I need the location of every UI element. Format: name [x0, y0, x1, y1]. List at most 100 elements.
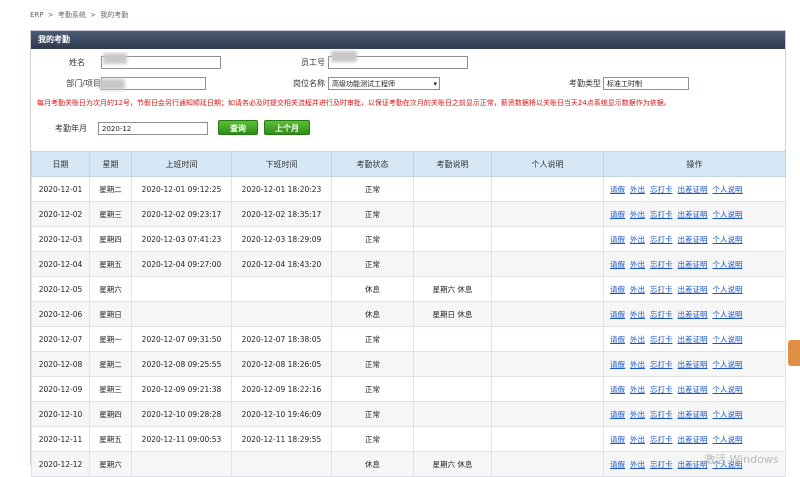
personal-note-link[interactable]: 个人说明	[713, 260, 743, 269]
personal-note-link[interactable]: 个人说明	[713, 335, 743, 344]
windows-watermark: 激活 Windows	[704, 453, 779, 466]
out-link[interactable]: 外出	[630, 235, 645, 244]
redacted-name	[103, 53, 127, 64]
month-input[interactable]: 2020-12	[98, 122, 208, 135]
chevron-down-icon: ▾	[433, 80, 437, 88]
out-link[interactable]: 外出	[630, 260, 645, 269]
cell-weekday: 星期五	[89, 251, 132, 277]
business-trip-link[interactable]: 出差证明	[678, 310, 708, 319]
leave-link[interactable]: 请假	[610, 210, 625, 219]
cell-note: 星期六 休息	[413, 276, 492, 302]
leave-link[interactable]: 请假	[610, 435, 625, 444]
cell-note	[413, 201, 492, 227]
personal-note-link[interactable]: 个人说明	[713, 285, 743, 294]
personal-note-link[interactable]: 个人说明	[713, 410, 743, 419]
cell-date: 2020-12-01	[31, 176, 90, 202]
leave-link[interactable]: 请假	[610, 410, 625, 419]
out-link[interactable]: 外出	[630, 310, 645, 319]
cell-weekday: 星期六	[89, 276, 132, 302]
out-link[interactable]: 外出	[630, 385, 645, 394]
business-trip-link[interactable]: 出差证明	[678, 285, 708, 294]
leave-link[interactable]: 请假	[610, 285, 625, 294]
leave-link[interactable]: 请假	[610, 185, 625, 194]
out-link[interactable]: 外出	[630, 435, 645, 444]
cell-ops: 请假 外出 忘打卡 出差证明 个人说明	[603, 276, 786, 302]
col-out-time: 下班时间	[231, 151, 332, 177]
breadcrumb-erp[interactable]: ERP	[30, 11, 44, 19]
personal-note-link[interactable]: 个人说明	[713, 385, 743, 394]
business-trip-link[interactable]: 出差证明	[678, 260, 708, 269]
out-link[interactable]: 外出	[630, 285, 645, 294]
breadcrumb-separator: >	[90, 11, 96, 19]
business-trip-link[interactable]: 出差证明	[678, 210, 708, 219]
breadcrumb-attendance-system[interactable]: 考勤系统	[58, 11, 86, 19]
forgot-clock-link[interactable]: 忘打卡	[650, 285, 673, 294]
business-trip-link[interactable]: 出差证明	[678, 185, 708, 194]
forgot-clock-link[interactable]: 忘打卡	[650, 210, 673, 219]
cell-out	[231, 276, 332, 302]
cell-ops: 请假 外出 忘打卡 出差证明 个人说明	[603, 426, 786, 452]
cell-personal	[491, 376, 604, 402]
business-trip-link[interactable]: 出差证明	[678, 410, 708, 419]
forgot-clock-link[interactable]: 忘打卡	[650, 410, 673, 419]
cell-status: 休息	[331, 301, 414, 327]
cell-in: 2020-12-07 09:31:50	[131, 326, 232, 352]
cell-out: 2020-12-10 19:46:09	[231, 401, 332, 427]
cell-weekday: 星期三	[89, 201, 132, 227]
prev-month-button[interactable]: 上个月	[264, 120, 310, 135]
leave-link[interactable]: 请假	[610, 335, 625, 344]
out-link[interactable]: 外出	[630, 185, 645, 194]
attendance-type-field[interactable]: 标准工时制	[603, 77, 689, 90]
leave-link[interactable]: 请假	[610, 385, 625, 394]
panel-title: 我的考勤	[31, 31, 785, 49]
personal-note-link[interactable]: 个人说明	[713, 360, 743, 369]
business-trip-link[interactable]: 出差证明	[678, 385, 708, 394]
business-trip-link[interactable]: 出差证明	[678, 435, 708, 444]
personal-note-link[interactable]: 个人说明	[713, 435, 743, 444]
query-button[interactable]: 查询	[218, 120, 258, 135]
out-link[interactable]: 外出	[630, 460, 645, 469]
forgot-clock-link[interactable]: 忘打卡	[650, 185, 673, 194]
cell-note	[413, 226, 492, 252]
cell-personal	[491, 176, 604, 202]
leave-link[interactable]: 请假	[610, 235, 625, 244]
forgot-clock-link[interactable]: 忘打卡	[650, 385, 673, 394]
forgot-clock-link[interactable]: 忘打卡	[650, 310, 673, 319]
cell-in: 2020-12-09 09:21:38	[131, 376, 232, 402]
cell-weekday: 星期二	[89, 176, 132, 202]
out-link[interactable]: 外出	[630, 335, 645, 344]
forgot-clock-link[interactable]: 忘打卡	[650, 260, 673, 269]
personal-note-link[interactable]: 个人说明	[713, 210, 743, 219]
forgot-clock-link[interactable]: 忘打卡	[650, 235, 673, 244]
forgot-clock-link[interactable]: 忘打卡	[650, 335, 673, 344]
table-row: 2020-12-10 星期四 2020-12-10 09:28:28 2020-12-…	[31, 401, 786, 427]
col-weekday: 星期	[89, 151, 132, 177]
leave-link[interactable]: 请假	[610, 310, 625, 319]
dept-label: 部门/项目	[66, 79, 101, 88]
business-trip-link[interactable]: 出差证明	[678, 360, 708, 369]
side-widget-icon[interactable]	[788, 340, 800, 366]
forgot-clock-link[interactable]: 忘打卡	[650, 360, 673, 369]
personal-note-link[interactable]: 个人说明	[713, 185, 743, 194]
cell-ops: 请假 外出 忘打卡 出差证明 个人说明	[603, 376, 786, 402]
business-trip-link[interactable]: 出差证明	[678, 460, 708, 469]
forgot-clock-link[interactable]: 忘打卡	[650, 460, 673, 469]
cell-note	[413, 401, 492, 427]
business-trip-link[interactable]: 出差证明	[678, 235, 708, 244]
business-trip-link[interactable]: 出差证明	[678, 335, 708, 344]
out-link[interactable]: 外出	[630, 360, 645, 369]
personal-note-link[interactable]: 个人说明	[713, 310, 743, 319]
position-select[interactable]: 高级功能测试工程师 ▾	[328, 77, 440, 90]
breadcrumb-separator: >	[47, 11, 54, 19]
leave-link[interactable]: 请假	[610, 260, 625, 269]
cell-date: 2020-12-03	[31, 226, 90, 252]
forgot-clock-link[interactable]: 忘打卡	[650, 435, 673, 444]
cell-weekday: 星期二	[89, 351, 132, 377]
table-row: 2020-12-02 星期三 2020-12-02 09:23:17 2020-12-…	[31, 201, 786, 227]
out-link[interactable]: 外出	[630, 410, 645, 419]
personal-note-link[interactable]: 个人说明	[713, 235, 743, 244]
cell-note	[413, 351, 492, 377]
leave-link[interactable]: 请假	[610, 460, 625, 469]
leave-link[interactable]: 请假	[610, 360, 625, 369]
out-link[interactable]: 外出	[630, 210, 645, 219]
